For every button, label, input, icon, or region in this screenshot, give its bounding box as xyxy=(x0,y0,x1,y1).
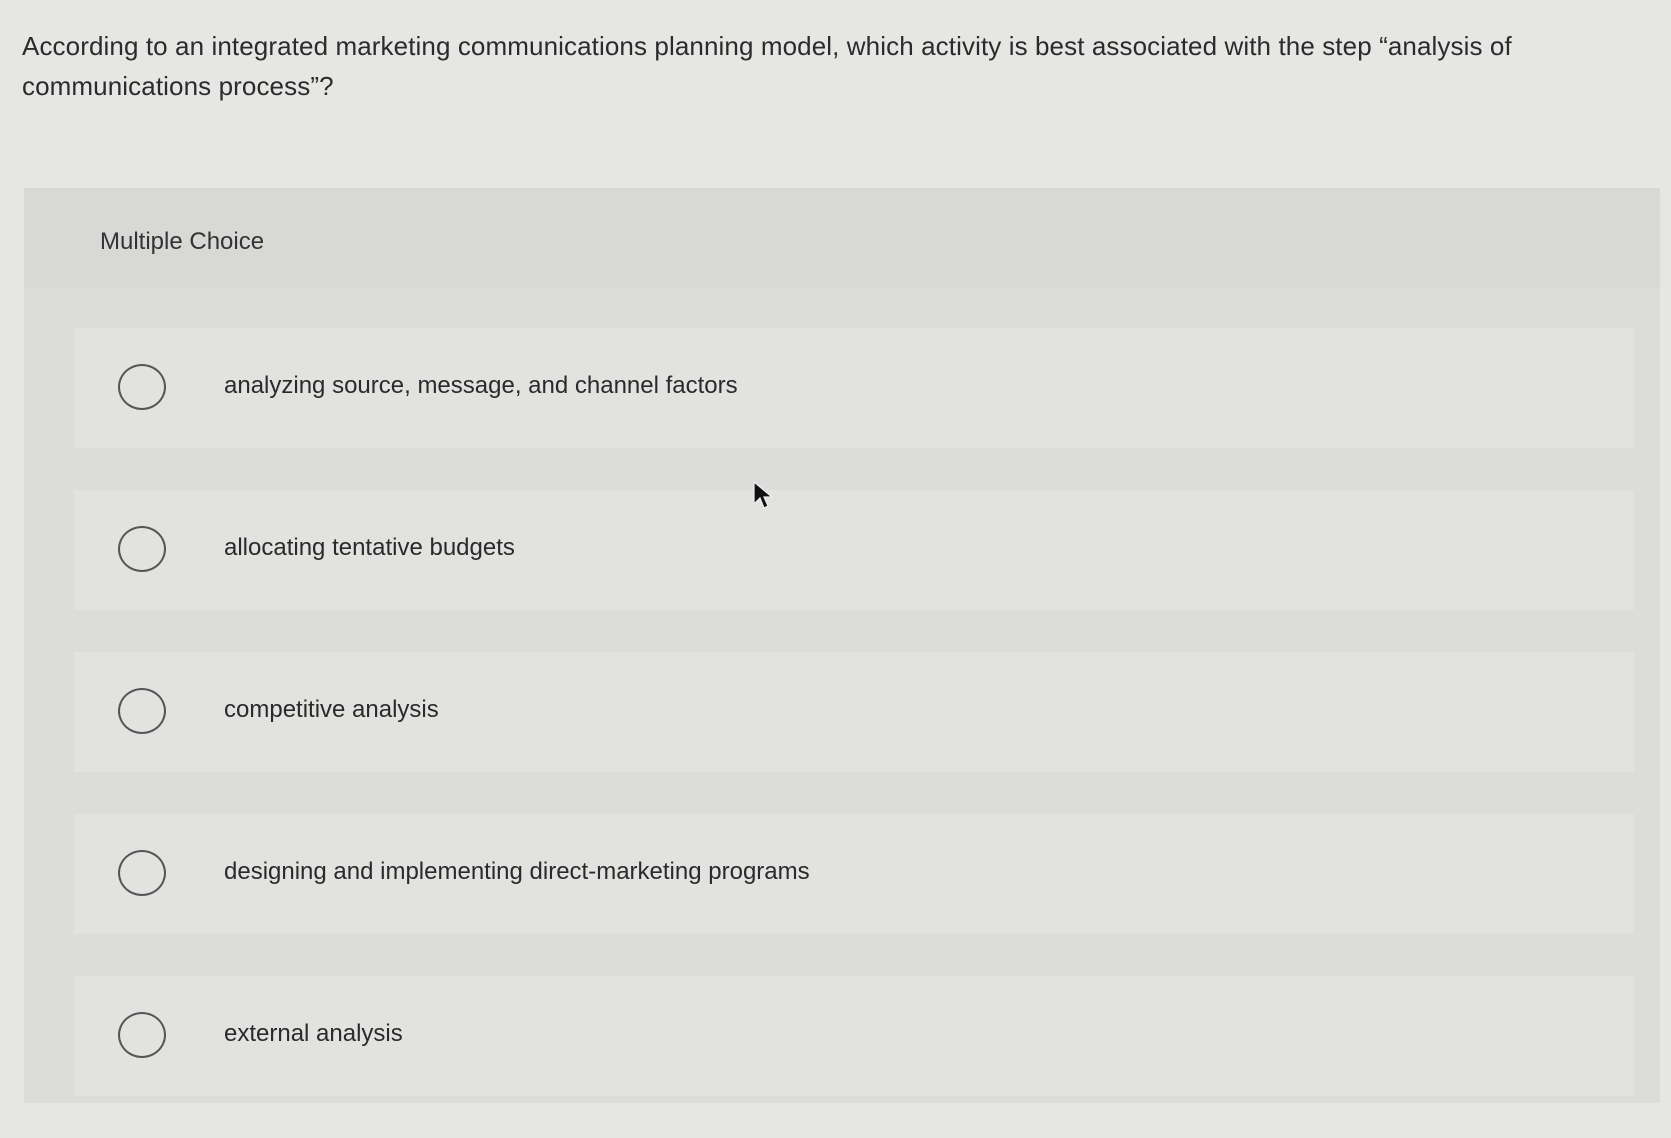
answer-option-label[interactable]: external analysis xyxy=(224,1020,403,1048)
radio-unchecked-icon[interactable] xyxy=(118,1012,166,1058)
multiple-choice-panel: Multiple Choice analyzing source, messag… xyxy=(24,188,1660,1103)
question-text: According to an integrated marketing com… xyxy=(22,31,1512,101)
answer-options: analyzing source, message, and channel f… xyxy=(74,328,1634,1138)
answer-option[interactable]: external analysis xyxy=(74,976,1634,1096)
answer-option-label[interactable]: analyzing source, message, and channel f… xyxy=(224,372,738,400)
answer-option[interactable]: analyzing source, message, and channel f… xyxy=(74,328,1634,448)
multiple-choice-label: Multiple Choice xyxy=(100,228,265,255)
radio-unchecked-icon[interactable] xyxy=(118,688,166,734)
answer-option-label[interactable]: designing and implementing direct-market… xyxy=(224,858,810,886)
answer-option[interactable]: competitive analysis xyxy=(74,652,1634,772)
radio-unchecked-icon[interactable] xyxy=(118,850,166,896)
multiple-choice-header: Multiple Choice xyxy=(24,188,1660,288)
answer-option[interactable]: allocating tentative budgets xyxy=(74,490,1634,610)
answer-option[interactable]: designing and implementing direct-market… xyxy=(74,814,1634,934)
mouse-pointer-icon xyxy=(753,480,774,509)
answer-option-label[interactable]: allocating tentative budgets xyxy=(224,534,515,562)
radio-unchecked-icon[interactable] xyxy=(118,526,166,572)
answer-option-label[interactable]: competitive analysis xyxy=(224,696,439,724)
radio-unchecked-icon[interactable] xyxy=(118,364,166,410)
